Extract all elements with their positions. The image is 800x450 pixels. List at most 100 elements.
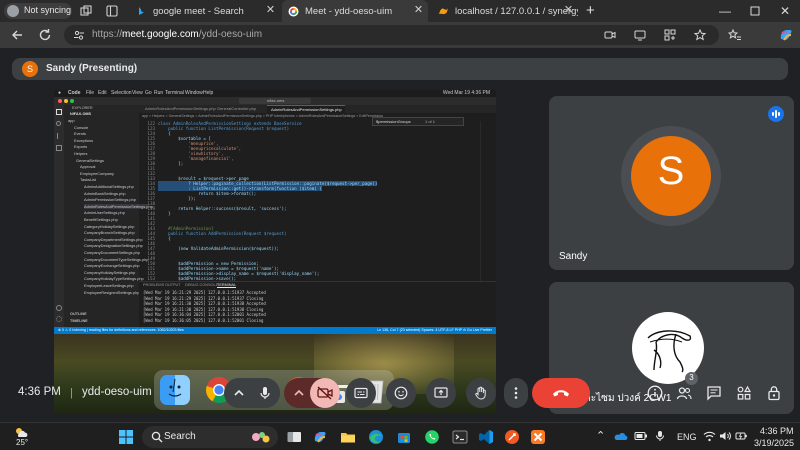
edge-icon[interactable]	[368, 429, 384, 445]
code-line: (new ValidateAdminPermission($request));	[158, 246, 280, 251]
taskbar-time[interactable]: 4:36 PM	[760, 426, 794, 436]
camera-permission-icon[interactable]	[604, 29, 616, 41]
workspaces-icon[interactable]	[80, 5, 92, 17]
favorite-star-icon[interactable]	[694, 29, 706, 41]
panel-tab-terminal: TERMINAL	[217, 283, 237, 288]
vscode-taskbar-icon[interactable]	[478, 429, 494, 445]
mac-menu-run: Run	[154, 90, 164, 96]
postman-taskbar-icon[interactable]	[504, 429, 520, 445]
power-icon[interactable]	[735, 430, 748, 442]
audio-options-chevron-icon[interactable]	[232, 386, 246, 400]
meeting-separator: |	[70, 387, 73, 399]
battery-status-icon[interactable]	[634, 430, 648, 442]
onedrive-icon[interactable]	[614, 430, 628, 442]
reactions-button[interactable]	[386, 378, 416, 408]
participant-tile-sandy[interactable]: S Sandy	[549, 96, 794, 270]
close-tab-icon[interactable]: ✕	[413, 5, 424, 16]
wifi-icon[interactable]	[703, 430, 716, 442]
chat-icon[interactable]	[706, 385, 722, 401]
file-explorer-icon[interactable]	[340, 429, 356, 445]
explorer-item: CompanyDocumentSettings.php	[84, 250, 141, 255]
mic-button[interactable]	[250, 378, 280, 408]
editor-tab-active-label: AdminRolesAndPermissionSettings.php	[271, 107, 342, 112]
maximize-icon[interactable]	[748, 4, 762, 18]
people-count: 3	[689, 373, 694, 382]
search-highlight-icon	[250, 429, 272, 445]
back-arrow-icon[interactable]	[10, 28, 24, 42]
browser-tab-strip: Not syncing google meet - Search ✕ Meet …	[0, 0, 800, 22]
leave-call-button[interactable]	[532, 378, 590, 408]
activities-icon[interactable]	[736, 385, 752, 401]
explorer-item: EmployeeResignedSettings.php	[84, 289, 140, 295]
captions-button[interactable]	[346, 378, 376, 408]
explorer-item: Console	[74, 124, 89, 130]
presenting-label: Sandy (Presenting)	[46, 63, 138, 74]
vertical-tabs-icon[interactable]	[106, 5, 118, 17]
host-controls-icon[interactable]	[766, 385, 782, 401]
bottom-panel: PROBLEMS OUTPUT DEBUG CONSOLE TERMINAL […	[139, 281, 496, 327]
presenter-avatar: S	[22, 61, 38, 77]
present-now-button[interactable]	[426, 378, 456, 408]
new-tab-button[interactable]: +	[586, 2, 595, 19]
taskbar-date[interactable]: 3/19/2025	[754, 438, 794, 448]
avatar-initial: S	[657, 149, 685, 193]
profile-sync-button[interactable]: Not syncing	[4, 3, 72, 19]
terminal-line: [Wed Mar 19 16:21:30 2025] 127.0.0.1:519…	[143, 306, 264, 312]
task-view-icon[interactable]	[286, 429, 302, 445]
find-query: $permissionGroups	[376, 119, 411, 124]
site-info-icon[interactable]	[73, 29, 85, 41]
explorer-item: EmployeeLeaveSettings.php	[84, 283, 134, 288]
weather-icon[interactable]	[14, 426, 28, 438]
tab-title: google meet - Search	[153, 5, 244, 17]
video-options-chevron-icon[interactable]	[292, 386, 306, 400]
browser-toolbar: https://meet.google.com/ydd-oeso-uim	[0, 22, 800, 48]
minimize-icon[interactable]: —	[718, 4, 732, 18]
close-window-icon[interactable]: ✕	[778, 4, 792, 18]
microsoft-store-icon[interactable]	[396, 429, 412, 445]
whatsapp-icon[interactable]	[424, 429, 440, 445]
copilot-icon[interactable]	[778, 27, 794, 43]
copilot-taskbar-icon[interactable]	[312, 429, 328, 445]
address-bar[interactable]: https://meet.google.com/ydd-oeso-uim	[64, 25, 719, 45]
close-tab-icon[interactable]: ✕	[265, 5, 276, 16]
command-center-search: nifax-oms	[239, 98, 311, 104]
screen-share-icon[interactable]	[634, 29, 646, 41]
terminal-line: [Wed Mar 19 16:36:04 2025] 127.0.0.1:520…	[143, 312, 266, 318]
emoji-icon	[394, 386, 408, 400]
browser-tab-search[interactable]: google meet - Search ✕	[130, 0, 280, 22]
profile-sync-label: Not syncing	[24, 5, 72, 15]
code-line: public function ListPermission(Request $…	[158, 126, 290, 131]
xampp-icon[interactable]	[530, 429, 546, 445]
terminal-icon[interactable]	[452, 429, 468, 445]
taskbar-search[interactable]: Search	[142, 426, 278, 448]
shared-screen: ● Code File Edit Selection View Go Run T…	[54, 90, 496, 414]
app-available-icon[interactable]	[664, 29, 676, 41]
profile-avatar-icon	[7, 5, 19, 17]
tray-overflow-icon[interactable]: ⌃	[596, 429, 605, 442]
phpmyadmin-icon	[438, 6, 449, 17]
find-widget: $permissionGroups 1 of 1	[372, 117, 464, 126]
start-icon[interactable]	[118, 429, 134, 445]
more-options-button[interactable]	[504, 378, 528, 408]
favorites-icon[interactable]	[728, 28, 742, 42]
mac-menu-edit: Edit	[98, 90, 107, 96]
participant-avatar-sandy: S	[631, 136, 711, 216]
mac-menu-window: Window	[185, 90, 203, 96]
input-language[interactable]: ENG	[677, 432, 697, 442]
code-line: public function AddPermission(Request $r…	[158, 231, 287, 236]
code-line: return Helper::success($result, 'success…	[158, 206, 287, 211]
explorer-item: CompanyDesignationSettings.php	[84, 243, 143, 249]
browser-tab-phpmyadmin[interactable]: localhost / 127.0.0.1 / synergy202 ✕	[432, 0, 578, 22]
camera-button[interactable]	[310, 378, 340, 408]
meeting-details-icon[interactable]	[647, 385, 663, 401]
volume-icon[interactable]	[719, 430, 732, 442]
microphone-in-use-icon[interactable]	[654, 430, 666, 442]
browser-tab-meet[interactable]: Meet - ydd-oeso-uim ✕	[282, 0, 428, 22]
mac-menubar: ● Code File Edit Selection View Go Run T…	[54, 90, 496, 97]
reload-icon[interactable]	[38, 28, 52, 42]
raise-hand-button[interactable]	[466, 378, 496, 408]
people-icon[interactable]	[676, 385, 692, 401]
mac-menu-help: Help	[203, 90, 214, 96]
terminal-output: [Wed Mar 19 16:21:29 2025] 127.0.0.1:519…	[143, 290, 483, 326]
close-tab-icon[interactable]: ✕	[563, 5, 574, 16]
